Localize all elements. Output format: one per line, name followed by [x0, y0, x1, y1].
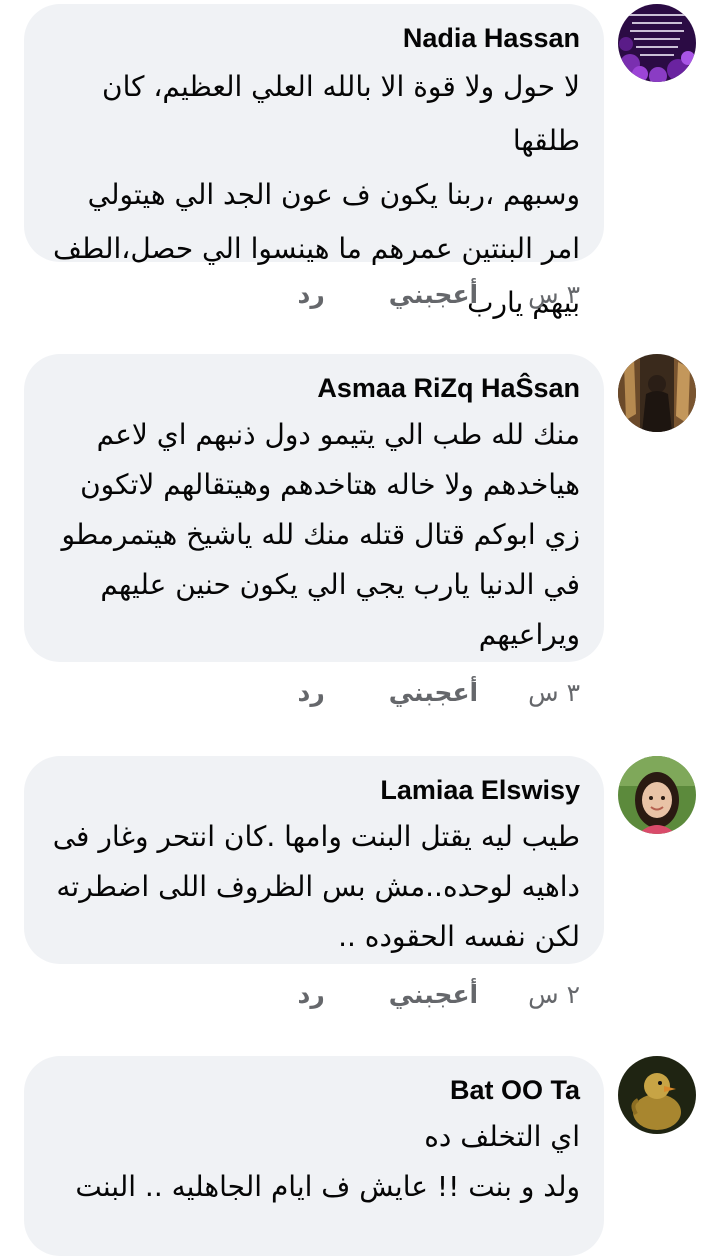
comment-timestamp[interactable]: ٣ س: [528, 280, 580, 309]
comment-text-line: داهيه لوحده..مش بس الظروف اللى اضطرته: [56, 870, 580, 903]
avatar[interactable]: [618, 4, 696, 82]
avatar[interactable]: [618, 1056, 696, 1134]
comment-bubble: Bat OO Ta اي التخلف ده ولد و بنت !! عايش…: [24, 1056, 604, 1256]
comment-bubble: Asmaa RiZq HaŜsan منك لله طب الي يتيمو د…: [24, 354, 604, 662]
comment-author[interactable]: Asmaa RiZq HaŜsan: [48, 372, 580, 404]
comment-timestamp[interactable]: ٣ س: [528, 678, 580, 707]
like-button[interactable]: أعجبني: [389, 980, 478, 1009]
reply-button[interactable]: رد: [297, 280, 324, 309]
comment-text-line: وسبهم ،ربنا يكون ف عون الجد الي هيتولي: [87, 178, 580, 211]
reply-button[interactable]: رد: [297, 678, 324, 707]
comment-text-line: لكن نفسه الحقوده ..: [338, 920, 580, 953]
comment-text-line: امر البنتين عمرهم ما هينسوا الي حصل،الطف: [53, 232, 580, 265]
comment-text-line: في الدنيا يارب يجي الي يكون حنين عليهم: [100, 568, 580, 601]
comment-actions: ٢ س أعجبني رد: [297, 980, 580, 1009]
comment-text-line: منك لله طب الي يتيمو دول ذنبهم اي لاعم: [96, 418, 580, 451]
comment-actions: ٣ س أعجبني رد: [297, 678, 580, 707]
comment-text-line: لا حول ولا قوة الا بالله العلي العظيم، ك…: [102, 70, 580, 157]
comment-author[interactable]: Bat OO Ta: [48, 1074, 580, 1106]
avatar[interactable]: [618, 354, 696, 432]
comment-text-line: ويراعيهم: [478, 618, 580, 651]
comment-text-line: زي ابوكم قتال قتله منك لله ياشيخ هيتمرمط…: [61, 518, 580, 551]
comment-text-line: هياخدهم ولا خاله هتاخدهم وهيتقالهم لاتكو…: [80, 468, 580, 501]
comment-timestamp[interactable]: ٢ س: [528, 980, 580, 1009]
comment-bubble: Nadia Hassan لا حول ولا قوة الا بالله ال…: [24, 4, 604, 319]
reply-button[interactable]: رد: [297, 980, 324, 1009]
comment-author[interactable]: Lamiaa Elswisy: [48, 774, 580, 806]
comment-text-line: ولد و بنت !! عايش ف ايام الجاهليه .. الب…: [75, 1170, 580, 1203]
like-button[interactable]: أعجبني: [389, 678, 478, 707]
comment-text: طيب ليه يقتل البنت وامها .كان انتحر وغار…: [48, 812, 580, 962]
comment-actions: ٣ س أعجبني رد: [297, 280, 580, 309]
comment-author[interactable]: Nadia Hassan: [48, 22, 580, 54]
comment-bubble: Lamiaa Elswisy طيب ليه يقتل البنت وامها …: [24, 756, 604, 964]
comment-text-line: طيب ليه يقتل البنت وامها .كان انتحر وغار…: [52, 820, 580, 853]
comment-text: اي التخلف ده ولد و بنت !! عايش ف ايام ال…: [48, 1112, 580, 1212]
like-button[interactable]: أعجبني: [389, 280, 478, 309]
comment-text-line: اي التخلف ده: [424, 1120, 580, 1153]
avatar[interactable]: [618, 756, 696, 834]
comment-text: منك لله طب الي يتيمو دول ذنبهم اي لاعم ه…: [48, 410, 580, 660]
